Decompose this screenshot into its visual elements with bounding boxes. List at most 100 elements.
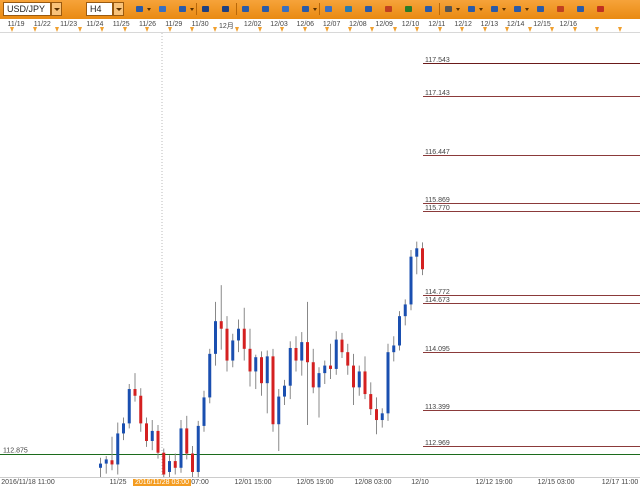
session-marker-icon <box>325 27 329 32</box>
candle-up <box>196 425 200 472</box>
candle-down <box>363 371 367 395</box>
candle-down <box>139 395 143 424</box>
candle-down <box>311 362 315 388</box>
time-axis-label: 12/17 11:00 <box>601 479 639 486</box>
timeframe-select[interactable]: H4 <box>86 2 113 16</box>
candle-down <box>162 452 166 475</box>
timeframe-dropdown-arrow[interactable] <box>113 2 124 16</box>
candle-down <box>271 356 275 425</box>
date-ruler-label: 11/25 <box>112 21 130 28</box>
candle-down <box>191 453 194 472</box>
price-level-label: 117.143 <box>425 90 450 97</box>
date-ruler-label: 12月 <box>218 23 234 30</box>
select-button[interactable] <box>361 2 376 16</box>
date-ruler-label: 11/30 <box>191 21 209 28</box>
candle-down <box>173 461 177 468</box>
session-marker-icon <box>617 27 622 32</box>
indicator-button[interactable] <box>298 2 317 16</box>
candle-down <box>185 428 189 454</box>
eraser-button[interactable] <box>553 2 568 16</box>
toolbar-separator <box>439 3 440 15</box>
zoom-in-button[interactable] <box>238 2 253 16</box>
settings-button[interactable] <box>533 2 548 16</box>
candle-down <box>294 347 298 361</box>
alert-button[interactable] <box>573 2 588 16</box>
toolbar-separator <box>196 3 197 15</box>
zoom-out-button[interactable] <box>258 2 273 16</box>
session-marker-icon <box>347 27 352 32</box>
candle-down <box>242 328 246 349</box>
time-axis-label: 12/12 19:00 <box>475 479 513 486</box>
crosshair-button[interactable] <box>155 2 170 16</box>
toolbar-separator <box>319 3 320 15</box>
time-axis-label: 11/25 <box>109 479 127 486</box>
session-marker-icon <box>370 27 374 32</box>
session-marker-icon <box>32 27 37 32</box>
time-axis-label: 2016/11/18 11:00 <box>1 479 55 486</box>
text-tool-a-button[interactable] <box>198 2 213 16</box>
comment-button[interactable] <box>321 2 336 16</box>
candle-down <box>110 460 114 465</box>
refresh-button[interactable] <box>341 2 356 16</box>
price-level-label: 113.399 <box>425 404 450 411</box>
shape-tool-button[interactable] <box>510 2 529 16</box>
candle-up <box>409 256 413 305</box>
session-marker-icon <box>460 27 464 32</box>
candle-down <box>133 389 137 396</box>
session-marker-icon <box>437 27 442 32</box>
tools-button[interactable] <box>441 2 460 16</box>
symbol-dropdown-arrow[interactable] <box>51 2 62 16</box>
trend-tool-button[interactable] <box>464 2 483 16</box>
candle-up <box>288 347 292 386</box>
image-button[interactable] <box>401 2 416 16</box>
candle-up <box>380 413 384 421</box>
screenshot-button[interactable] <box>421 2 436 16</box>
date-ruler-label: 12/03 <box>270 21 288 28</box>
candle-up <box>116 433 120 465</box>
price-level-label: 112.969 <box>425 440 450 447</box>
close-chart-button[interactable] <box>593 2 608 16</box>
candle-up <box>208 353 212 398</box>
candle-up <box>277 396 281 425</box>
time-axis: 2016/11/18 11:00 11/25 2016/11/28 03:00 07:… <box>0 477 640 489</box>
pencil-button[interactable] <box>381 2 396 16</box>
line-tool-button[interactable] <box>487 2 506 16</box>
candle-up <box>214 321 217 354</box>
document-button[interactable] <box>278 2 293 16</box>
candle-up <box>99 463 102 468</box>
candle-up <box>179 428 183 468</box>
candle-up <box>231 340 235 361</box>
session-marker-icon <box>392 27 397 32</box>
candle-up <box>127 389 131 424</box>
date-ruler-label: 12/15 <box>533 21 551 28</box>
candle-down <box>225 328 229 361</box>
time-axis-cursor-label: 2016/11/28 03:00 <box>133 479 191 486</box>
candle-down <box>260 357 263 384</box>
session-marker-icon <box>190 27 194 32</box>
price-level-label: 116.447 <box>425 149 450 156</box>
time-axis-label: 12/05 19:00 <box>296 479 334 486</box>
candlestick-chart[interactable]: 117.543 117.143 116.447 115.869115.770 114.7… <box>0 33 640 480</box>
session-marker-icon <box>505 27 509 32</box>
candle-up <box>357 371 361 388</box>
chart-type-button[interactable] <box>132 2 151 16</box>
session-marker-icon <box>280 27 284 32</box>
chart-style-button[interactable] <box>175 2 194 16</box>
candle-down <box>156 430 160 453</box>
candle-up <box>202 397 206 426</box>
symbol-select[interactable]: USD/JPY <box>3 2 51 16</box>
candle-up <box>392 345 396 353</box>
text-tool-b-button[interactable] <box>218 2 233 16</box>
candle-up <box>265 356 269 384</box>
candle-up <box>122 423 125 434</box>
candle-up <box>398 316 401 346</box>
price-chart[interactable]: 117.543 117.143 116.447 115.869 115.770 114.7… <box>0 33 640 480</box>
price-level-label: 114.095 <box>425 346 450 353</box>
time-axis-label: 07:00 <box>191 479 209 486</box>
toolbar-separator <box>236 3 237 15</box>
candle-down <box>219 321 223 329</box>
candle-down <box>340 339 344 353</box>
time-axis-label: 12/08 03:00 <box>354 479 392 486</box>
candle-up <box>323 365 327 374</box>
candle-up <box>334 339 338 369</box>
